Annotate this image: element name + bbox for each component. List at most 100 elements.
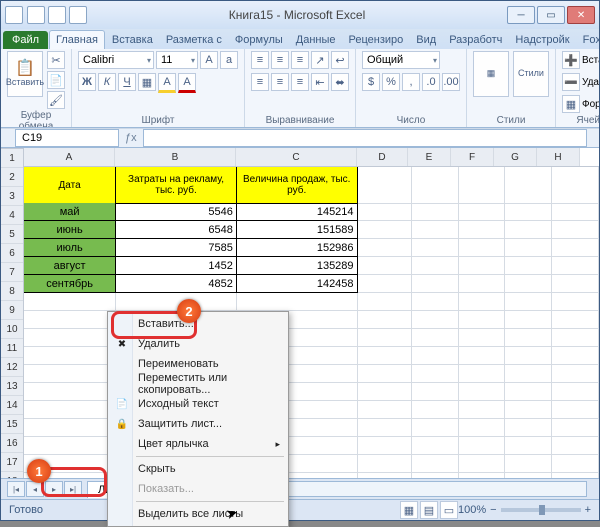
cell[interactable] [459, 401, 506, 419]
view-layout-icon[interactable]: ▤ [420, 501, 438, 519]
cell[interactable] [552, 455, 599, 473]
tab-разметка с[interactable]: Разметка с [160, 31, 228, 49]
cell[interactable] [358, 203, 412, 221]
cell[interactable] [552, 383, 599, 401]
cell[interactable] [358, 275, 412, 293]
row-header[interactable]: 9 [1, 301, 23, 320]
cell[interactable] [552, 275, 599, 293]
tab-foxit pdf[interactable]: Foxit PDF [577, 31, 600, 49]
cell[interactable] [552, 437, 599, 455]
row-header[interactable]: 15 [1, 415, 23, 434]
cell[interactable] [358, 311, 412, 329]
cell[interactable] [459, 347, 506, 365]
cell[interactable] [412, 203, 459, 221]
cell[interactable] [505, 257, 552, 275]
cell[interactable] [505, 365, 552, 383]
cell[interactable] [412, 167, 459, 204]
menu-item[interactable]: Выделить все листы [110, 504, 286, 524]
cell[interactable] [459, 203, 506, 221]
cell[interactable]: май [24, 203, 116, 221]
cell[interactable] [459, 293, 506, 311]
font-name-select[interactable]: Calibri [78, 51, 154, 69]
undo-icon[interactable] [48, 6, 66, 24]
formula-bar[interactable] [143, 129, 587, 147]
column-headers[interactable]: ABCDEFGH [24, 148, 599, 167]
cell[interactable] [459, 311, 506, 329]
number-format-select[interactable]: Общий [362, 51, 440, 69]
column-header[interactable]: B [115, 148, 236, 166]
tab-рецензиро[interactable]: Рецензиро [343, 31, 410, 49]
row-header[interactable]: 5 [1, 225, 23, 244]
cell[interactable] [459, 167, 506, 204]
cell[interactable] [412, 329, 459, 347]
cell[interactable] [505, 347, 552, 365]
inc-dec-icon[interactable]: .0 [422, 73, 440, 91]
tab-вставка[interactable]: Вставка [106, 31, 159, 49]
cond-format-button[interactable]: ▦ [473, 51, 509, 97]
view-break-icon[interactable]: ▭ [440, 501, 458, 519]
cell[interactable] [358, 293, 412, 311]
row-header[interactable]: 6 [1, 244, 23, 263]
cell[interactable]: 152986 [237, 239, 358, 257]
cell[interactable] [412, 221, 459, 239]
delete-cells-icon[interactable]: ➖ [562, 73, 580, 91]
cell[interactable] [412, 383, 459, 401]
cell[interactable] [459, 221, 506, 239]
cell[interactable] [237, 293, 358, 311]
comma-icon[interactable]: , [402, 73, 420, 91]
cell[interactable]: Величина продаж, тыс. руб. [237, 167, 358, 204]
cell[interactable] [24, 347, 116, 365]
tab-главная[interactable]: Главная [49, 30, 105, 49]
format-painter-icon[interactable]: 🖌 [47, 91, 65, 109]
cell[interactable] [505, 419, 552, 437]
name-box[interactable]: C19 [15, 129, 119, 147]
cell[interactable] [505, 455, 552, 473]
cell[interactable] [459, 275, 506, 293]
cell[interactable]: 135289 [237, 257, 358, 275]
cell[interactable] [358, 257, 412, 275]
cell[interactable] [459, 455, 506, 473]
align-left-icon[interactable]: ≡ [251, 73, 269, 91]
cell[interactable] [412, 419, 459, 437]
view-normal-icon[interactable]: ▦ [400, 501, 418, 519]
cell[interactable] [358, 239, 412, 257]
cell[interactable] [24, 293, 116, 311]
cell[interactable] [505, 203, 552, 221]
cell[interactable] [459, 239, 506, 257]
cell[interactable] [358, 221, 412, 239]
row-header[interactable]: 13 [1, 377, 23, 396]
cell[interactable]: 1452 [116, 257, 237, 275]
cell[interactable] [358, 167, 412, 204]
menu-item[interactable]: Скрыть [110, 459, 286, 479]
zoom-in-icon[interactable]: + [585, 504, 591, 516]
menu-item[interactable]: Переместить или скопировать... [110, 374, 286, 394]
cell[interactable]: июль [24, 239, 116, 257]
minimize-button[interactable]: ─ [507, 6, 535, 24]
fill-color-icon[interactable]: A [158, 73, 176, 93]
menu-item[interactable]: Цвет ярлычка [110, 434, 286, 454]
zoom-slider[interactable] [501, 508, 581, 512]
menu-item[interactable]: 📄Исходный текст [110, 394, 286, 414]
menu-item[interactable]: 🔒Защитить лист... [110, 414, 286, 434]
align-right-icon[interactable]: ≡ [291, 73, 309, 91]
menu-item[interactable]: Переименовать [110, 354, 286, 374]
cell[interactable] [459, 365, 506, 383]
cell[interactable] [358, 329, 412, 347]
cell[interactable] [358, 437, 412, 455]
column-header[interactable]: D [357, 148, 408, 166]
tab-формулы[interactable]: Формулы [229, 31, 289, 49]
cell[interactable] [505, 311, 552, 329]
currency-icon[interactable]: $ [362, 73, 380, 91]
cell[interactable] [505, 221, 552, 239]
cell[interactable] [505, 275, 552, 293]
font-color-icon[interactable]: A [178, 73, 196, 93]
tab-данные[interactable]: Данные [290, 31, 342, 49]
row-header[interactable]: 7 [1, 263, 23, 282]
cell[interactable] [24, 419, 116, 437]
grow-font-icon[interactable]: A [200, 51, 218, 69]
cell[interactable]: Дата [24, 167, 116, 204]
fx-icon[interactable]: ƒx [125, 132, 137, 144]
row-header[interactable]: 12 [1, 358, 23, 377]
row-header[interactable]: 4 [1, 206, 23, 225]
cell[interactable]: июнь [24, 221, 116, 239]
